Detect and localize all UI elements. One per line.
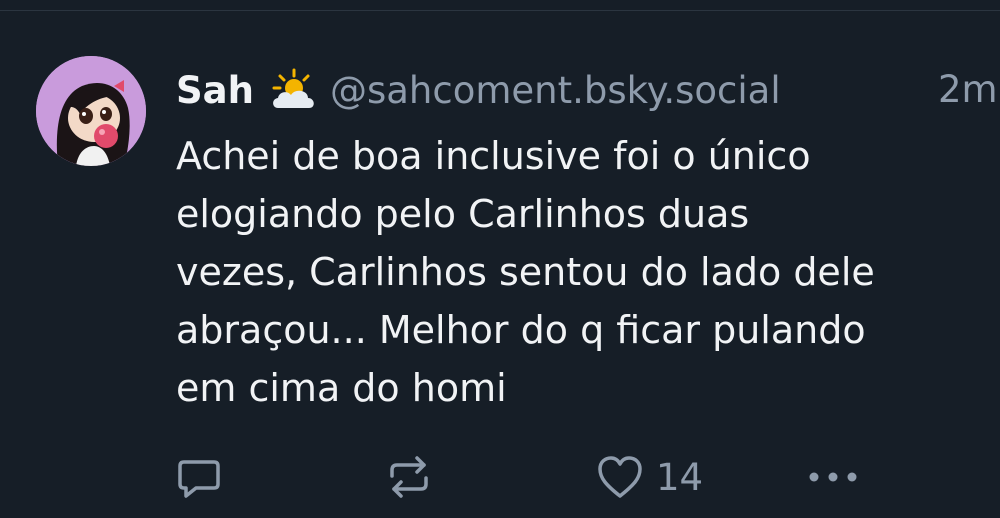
sun-behind-cloud-icon — [268, 68, 318, 112]
reply-bubble-icon — [178, 460, 220, 498]
post-body: Achei de boa inclusive foi o único elogi… — [176, 134, 875, 410]
like-button[interactable]: 14 — [596, 450, 703, 504]
heart-icon — [598, 456, 642, 498]
author-display-name[interactable]: Sah — [176, 69, 254, 112]
repost-arrows-icon — [390, 456, 428, 498]
post-view: Sah @sahcoment.bsky.social 2m Achei de b… — [0, 0, 1000, 518]
reply-button[interactable] — [176, 450, 222, 504]
post-timestamp[interactable]: 2m — [938, 64, 998, 116]
top-divider — [0, 0, 1000, 11]
author-handle[interactable]: @sahcoment.bsky.social — [330, 69, 781, 112]
repost-button[interactable] — [386, 450, 432, 504]
post-actions: 14 — [176, 450, 876, 504]
avatar[interactable] — [36, 56, 146, 166]
post-header: Sah @sahcoment.bsky.social — [176, 64, 781, 116]
like-count: 14 — [656, 455, 704, 499]
more-options-button[interactable] — [806, 450, 860, 504]
more-dots-icon — [809, 472, 857, 482]
avatar-image — [36, 56, 146, 166]
